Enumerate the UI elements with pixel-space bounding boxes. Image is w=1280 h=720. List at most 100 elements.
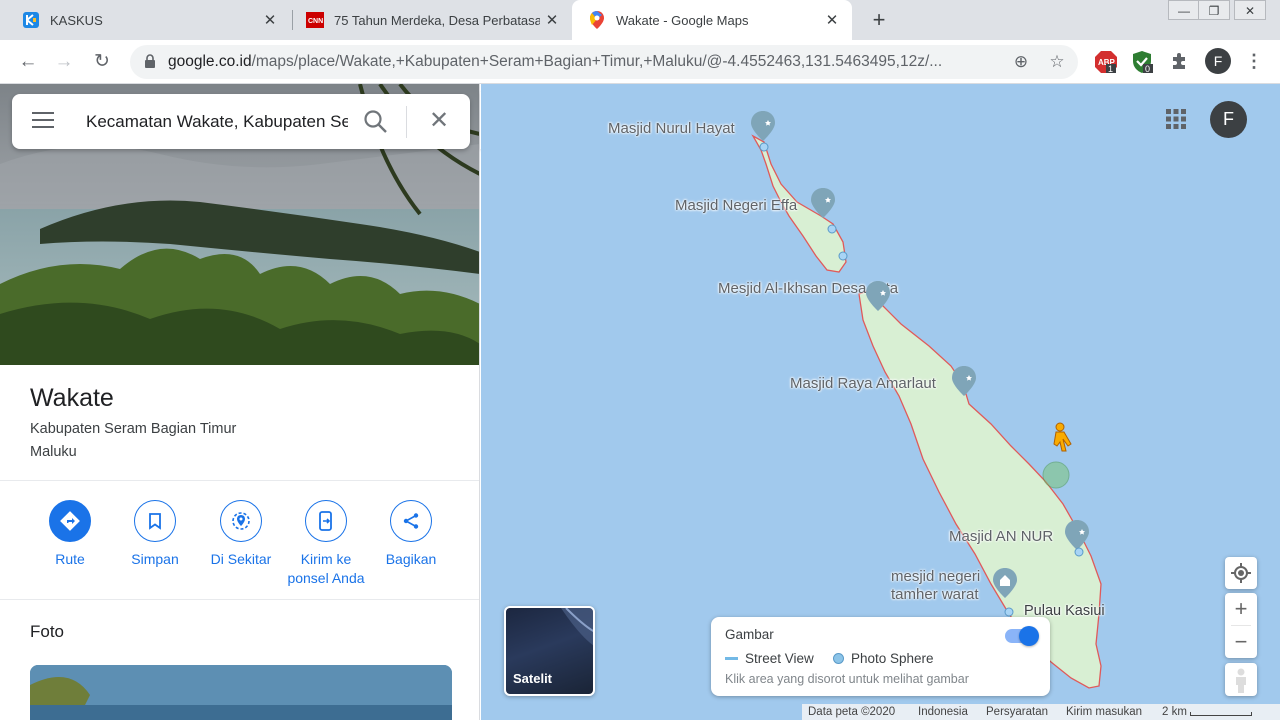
street-view-label: Street View: [745, 651, 814, 666]
save-button[interactable]: Simpan: [110, 500, 200, 569]
scale-bar: [1190, 712, 1252, 716]
close-tab-icon[interactable]: ✕: [820, 11, 844, 29]
zoom-controls: + −: [1225, 593, 1257, 658]
pegman-icon[interactable]: [1051, 422, 1077, 456]
map-data-credit[interactable]: Data peta ©2020: [808, 706, 895, 718]
cnn-favicon: CNN: [306, 11, 324, 29]
more-menu-icon[interactable]: ⋮: [1244, 48, 1264, 74]
browser-toolbar: ← → ↻ google.co.id/maps/place/Wakate,+Ka…: [0, 40, 1280, 84]
pegman-dock[interactable]: [1225, 663, 1257, 696]
shield-count: 0: [1145, 64, 1150, 73]
tab-kaskus[interactable]: KASKUS ✕: [0, 0, 290, 40]
reload-button[interactable]: ↻: [88, 48, 116, 76]
divider: [0, 480, 479, 481]
terms-link[interactable]: Persyaratan: [986, 706, 1048, 718]
restore-button[interactable]: ❐: [1198, 0, 1230, 20]
place-regency: Kabupaten Seram Bagian Timur: [30, 421, 237, 437]
photo-sphere-legend: Photo Sphere: [833, 651, 934, 666]
poi-label-text: mesjid negeri tamher warat: [891, 568, 981, 603]
poi-label[interactable]: Masjid Nurul Hayat: [608, 120, 735, 138]
place-panel: ✕ Wakate Kabupaten Seram Bagian Timur Ma…: [0, 84, 480, 720]
search-box: ✕: [12, 94, 470, 149]
address-bar[interactable]: google.co.id/maps/place/Wakate,+Kabupate…: [130, 45, 1078, 79]
poi-label[interactable]: Masjid Negeri Effa: [675, 197, 797, 215]
imagery-toggle[interactable]: [1005, 626, 1039, 646]
close-tab-icon[interactable]: ✕: [540, 11, 564, 29]
place-province: Maluku: [30, 444, 77, 460]
share-icon: [403, 513, 419, 529]
url-path: /maps/place/Wakate,+Kabupaten+Seram+Bagi…: [251, 53, 943, 70]
search-divider: [406, 106, 407, 138]
bookmark-star-icon[interactable]: ☆: [1046, 51, 1068, 73]
satellite-layer-button[interactable]: Satelit: [504, 606, 595, 696]
imagery-layer-card: Gambar Street View Photo Sphere Klik are…: [711, 617, 1050, 696]
photo-sphere-dot-icon: [833, 653, 844, 664]
mosque-pin-icon[interactable]: [751, 111, 775, 141]
tab-title: Wakate - Google Maps: [616, 12, 749, 28]
url-text[interactable]: google.co.id/maps/place/Wakate,+Kabupate…: [168, 53, 1008, 71]
save-label: Simpan: [131, 551, 179, 567]
bookmark-icon: [149, 513, 161, 530]
send-to-phone-icon: [319, 511, 332, 531]
tab-cnn[interactable]: CNN 75 Tahun Merdeka, Desa Perbatasan ✕: [284, 0, 572, 40]
shield-extension-icon[interactable]: 0: [1132, 51, 1154, 74]
photo-thumbnail[interactable]: [30, 665, 452, 720]
close-window-button[interactable]: ✕: [1234, 0, 1266, 20]
apps-grid-icon[interactable]: [1165, 108, 1187, 130]
imagery-title: Gambar: [725, 627, 774, 642]
poi-label[interactable]: mesjid negeri tamher warat: [891, 568, 991, 604]
nearby-button[interactable]: Di Sekitar: [196, 500, 286, 569]
feedback-link[interactable]: Kirim masukan: [1066, 706, 1142, 718]
svg-text:CNN: CNN: [308, 18, 323, 25]
mosque-pin-icon[interactable]: [1065, 520, 1089, 550]
send-to-phone-label: Kirim ke ponsel Anda: [287, 551, 365, 586]
close-tab-icon[interactable]: ✕: [258, 11, 282, 29]
nearby-label: Di Sekitar: [210, 551, 272, 567]
photo-sphere-label: Photo Sphere: [851, 651, 934, 666]
adblock-extension-icon[interactable]: ABP 1: [1095, 51, 1117, 74]
zoom-in-button[interactable]: +: [1225, 593, 1257, 625]
back-button[interactable]: ←: [14, 48, 42, 76]
map-footer: Data peta ©2020 Indonesia Persyaratan Ki…: [802, 704, 1280, 720]
forward-button[interactable]: →: [50, 48, 78, 76]
share-button[interactable]: Bagikan: [366, 500, 456, 569]
my-location-button[interactable]: [1225, 557, 1257, 589]
google-maps-favicon: [588, 11, 606, 29]
directions-label: Rute: [55, 551, 85, 567]
imagery-hint: Klik area yang disorot untuk melihat gam…: [725, 672, 969, 686]
place-title: Wakate: [30, 384, 114, 412]
country-link[interactable]: Indonesia: [918, 706, 968, 718]
minimize-button[interactable]: —: [1168, 0, 1200, 20]
poi-label[interactable]: Masjid Raya Amarlaut: [790, 375, 936, 393]
my-location-icon: [1231, 563, 1251, 583]
directions-icon: [60, 511, 80, 531]
search-icon[interactable]: [362, 108, 390, 136]
extensions-puzzle-icon[interactable]: [1170, 51, 1192, 73]
mosque-pin-icon[interactable]: [952, 366, 976, 396]
photos-heading: Foto: [30, 622, 65, 641]
zoom-out-button[interactable]: −: [1225, 626, 1257, 658]
place-of-worship-pin-icon[interactable]: [993, 568, 1017, 598]
mosque-pin-icon[interactable]: [811, 188, 835, 218]
tab-title: KASKUS: [50, 12, 103, 28]
search-input[interactable]: [86, 108, 348, 136]
menu-icon[interactable]: [32, 112, 54, 130]
tab-google-maps[interactable]: Wakate - Google Maps ✕: [572, 0, 852, 40]
mosque-pin-icon[interactable]: [866, 281, 890, 311]
street-view-line-icon: [725, 657, 738, 660]
tab-strip: KASKUS ✕ CNN 75 Tahun Merdeka, Desa Perb…: [0, 0, 1280, 40]
poi-label[interactable]: Mesjid Al-Ikhsan Desa Utta: [718, 280, 898, 298]
profile-avatar[interactable]: F: [1205, 48, 1231, 74]
share-label: Bagikan: [385, 551, 437, 567]
lock-icon[interactable]: [144, 54, 156, 68]
close-icon[interactable]: ✕: [424, 106, 454, 136]
street-view-legend: Street View: [725, 651, 814, 666]
poi-label[interactable]: Masjid AN NUR: [949, 528, 1053, 546]
directions-button[interactable]: Rute: [25, 500, 115, 569]
new-tab-button[interactable]: +: [867, 6, 891, 34]
account-avatar[interactable]: F: [1210, 101, 1247, 138]
send-to-phone-button[interactable]: Kirim ke ponsel Anda: [281, 500, 371, 588]
add-icon[interactable]: ⊕: [1010, 51, 1032, 73]
divider: [0, 599, 479, 600]
scale-label[interactable]: 2 km: [1162, 706, 1187, 718]
